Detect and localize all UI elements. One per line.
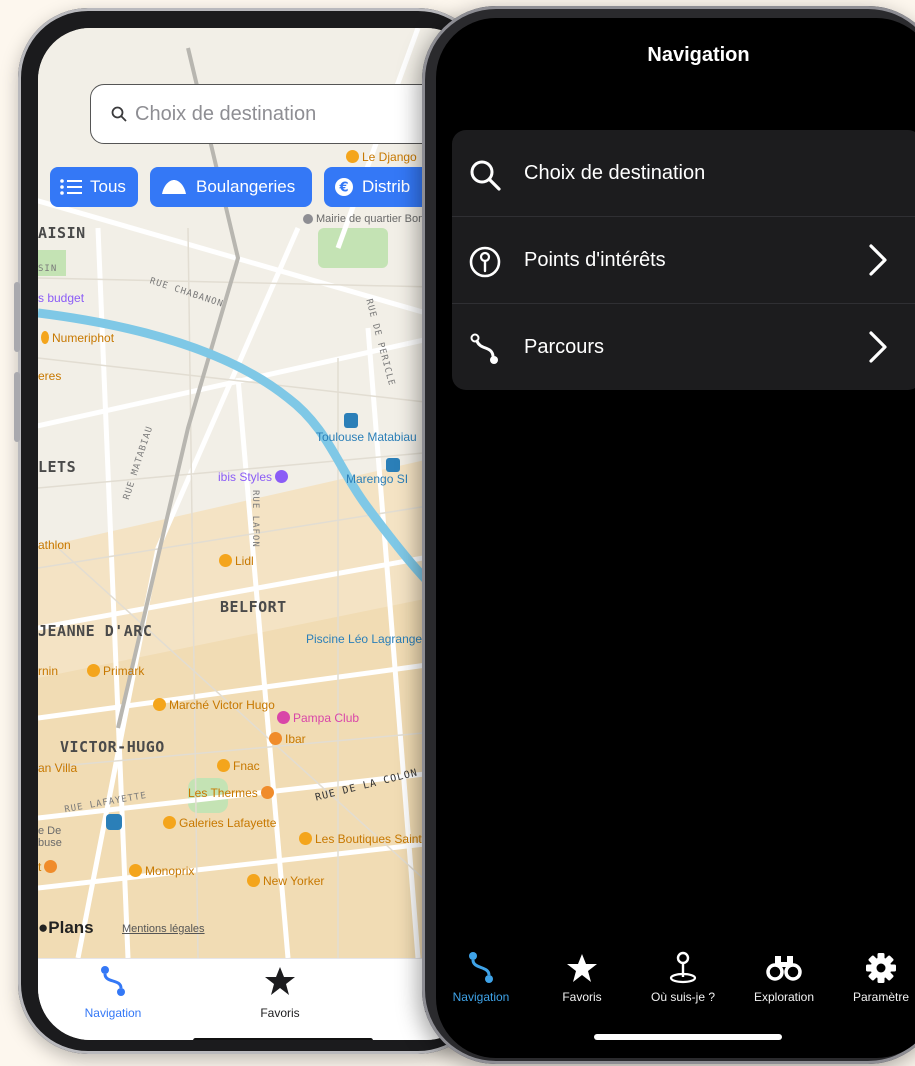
map-district-victor-hugo: VICTOR-HUGO: [60, 738, 165, 756]
map-poi-toulouse-matabiau[interactable]: Toulouse Matabiau: [316, 413, 417, 444]
map-district-lets: LETS: [38, 458, 77, 476]
volume-down-button: [14, 372, 20, 442]
map-poi-le-django[interactable]: Le Django: [343, 150, 417, 164]
chip-distrib[interactable]: € Distrib: [324, 167, 434, 207]
croissant-icon: [160, 178, 188, 196]
maps-attribution: ●Plans: [38, 918, 94, 937]
map-tab-bar: Navigation Favoris P: [38, 958, 478, 1040]
map-poi-ibar[interactable]: Ibar: [266, 732, 306, 746]
menu-item-parcours[interactable]: Parcours: [452, 304, 915, 391]
map-tab-navigation[interactable]: Navigation: [53, 965, 173, 1020]
volume-up-button: [14, 282, 20, 352]
map-poi-galeries[interactable]: Galeries Lafayette: [160, 816, 276, 829]
map-poi-ibis[interactable]: ibis Styles: [218, 470, 291, 484]
map-poi-lidl[interactable]: Lidl: [216, 554, 254, 568]
page-title: Navigation: [647, 44, 750, 66]
home-indicator-back: [193, 1038, 373, 1040]
tab-parametre[interactable]: Paramètre: [831, 948, 915, 1004]
home-indicator: [594, 1034, 782, 1040]
menu-item-destination[interactable]: Choix de destination: [452, 130, 915, 217]
metro-icon[interactable]: [106, 814, 122, 830]
menu-item-points-interets[interactable]: Points d'intérêts: [452, 217, 915, 304]
star-icon: [567, 954, 597, 982]
destination-search-field[interactable]: Choix de destination: [90, 84, 470, 144]
tab-favoris[interactable]: Favoris: [532, 948, 632, 1004]
gear-icon: [866, 953, 896, 983]
list-icon: [60, 178, 82, 196]
map-label-an-villa: an Villa: [38, 761, 78, 775]
map-district-jeanne-darc: JEANNE D'ARC: [38, 622, 153, 640]
route-icon: [101, 966, 125, 996]
navigation-menu: Choix de destination Points d'intérêts P…: [452, 130, 915, 390]
map-district-aisin: AISIN: [38, 224, 86, 242]
svg-text:€: €: [338, 181, 348, 196]
search-placeholder: Choix de destination: [135, 102, 317, 125]
navigation-screen: Navigation Choix de destination Points d…: [436, 18, 915, 1058]
map-poi-budget[interactable]: s budget: [38, 291, 84, 305]
map-poi-piscine[interactable]: Piscine Léo Lagrange: [306, 632, 439, 645]
map-poi-primark[interactable]: Primark: [84, 664, 144, 678]
euro-icon: €: [334, 177, 354, 197]
tab-ou-suis-je[interactable]: Où suis-je ?: [633, 948, 733, 1004]
star-icon: [265, 967, 295, 995]
chevron-right-icon: [869, 331, 887, 363]
map-poi-fnac[interactable]: Fnac: [214, 759, 260, 773]
map-poi-boutiques[interactable]: Les Boutiques Saint Georges: [296, 832, 471, 845]
map-label-rnin: rnin: [38, 664, 59, 678]
map-label-eres: eres: [38, 369, 62, 383]
chip-tous[interactable]: Tous: [50, 167, 138, 207]
map-poi-numeriphot[interactable]: Numeriphot: [38, 331, 114, 345]
route-icon: [470, 333, 498, 364]
map-label-sin: SIN: [38, 264, 58, 274]
map-poi-new-yorker[interactable]: New Yorker: [244, 874, 324, 888]
map-label-e-de: e De: [38, 825, 62, 837]
map-tab-favoris[interactable]: Favoris: [220, 965, 340, 1020]
map-district-belfort: BELFORT: [220, 598, 287, 616]
map-poi-thermes[interactable]: Les Thermes: [188, 786, 277, 800]
route-icon: [469, 952, 493, 983]
navigation-tab-bar: Navigation Favoris Où suis-je ? Explorat…: [436, 948, 915, 1028]
tab-exploration[interactable]: Exploration: [734, 948, 834, 1004]
search-icon: [111, 106, 127, 122]
map-poi-marengo[interactable]: Marengo SI: [346, 458, 408, 486]
map-poi-monoprix[interactable]: Monoprix: [126, 864, 194, 878]
search-icon: [470, 160, 501, 191]
map-label-athlon: athlon: [38, 538, 71, 552]
map-poi-pampa[interactable]: Pampa Club: [274, 711, 359, 725]
map-street-lafon: RUE LAFON: [250, 490, 260, 548]
map-poi-mairie[interactable]: Mairie de quartier Bonnefoy: [300, 214, 451, 225]
apple-logo-icon: ●: [38, 918, 49, 937]
legal-link[interactable]: Mentions légales: [122, 923, 205, 935]
map-poi-marche[interactable]: Marché Victor Hugo: [150, 698, 275, 711]
map-label-t: t: [38, 860, 60, 874]
tab-navigation[interactable]: Navigation: [436, 948, 531, 1004]
map-label-buse: buse: [38, 837, 62, 849]
binoculars-icon: [766, 956, 802, 981]
chip-boulangeries[interactable]: Boulangeries: [150, 167, 312, 207]
location-pin-icon: [669, 951, 697, 984]
map-screen: Le Django Mairie de quartier Bonnefoy AI…: [38, 28, 478, 1040]
info-pin-icon: [469, 246, 501, 278]
chevron-right-icon: [869, 244, 887, 276]
